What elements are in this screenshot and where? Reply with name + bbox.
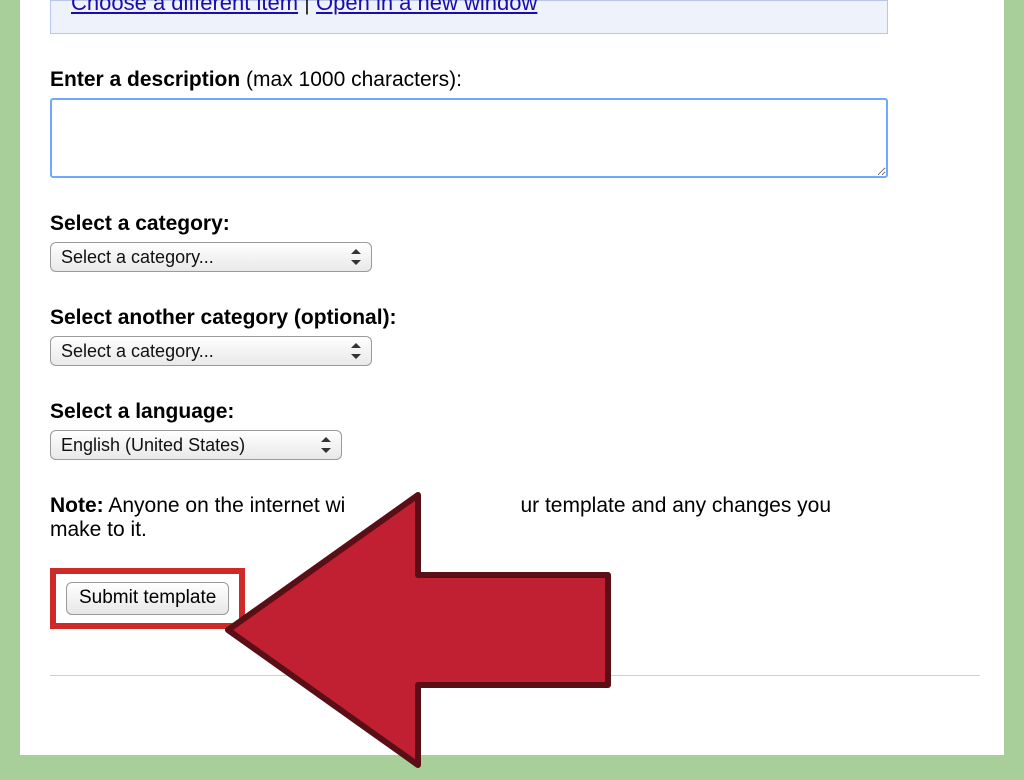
submit-highlight-box: Submit template: [50, 568, 245, 629]
language-select[interactable]: English (United States): [50, 430, 342, 460]
category2-select-value: Select a category...: [61, 341, 214, 362]
language-label: Select a language:: [50, 400, 888, 424]
language-field: Select a language: English (United State…: [50, 400, 888, 460]
category-field: Select a category: Select a category...: [50, 212, 888, 272]
notice-box: Choose a different item | Open in a new …: [50, 0, 888, 34]
chevron-updown-icon: [321, 437, 331, 453]
form-content: Choose a different item | Open in a new …: [20, 0, 1004, 676]
description-label-rest: (max 1000 characters):: [240, 68, 462, 91]
note-bold: Note:: [50, 494, 104, 517]
category2-label-text: Select another category (optional):: [50, 306, 397, 329]
submit-template-button[interactable]: Submit template: [66, 582, 229, 615]
description-input[interactable]: [50, 98, 888, 178]
category-select-value: Select a category...: [61, 247, 214, 268]
category-select[interactable]: Select a category...: [50, 242, 372, 272]
description-label-bold: Enter a description: [50, 68, 240, 91]
category-label: Select a category:: [50, 212, 888, 236]
category2-field: Select another category (optional): Sele…: [50, 306, 888, 366]
note-part1: Anyone on the internet wi: [104, 494, 346, 517]
link-separator: |: [298, 0, 316, 15]
category2-label: Select another category (optional):: [50, 306, 888, 330]
divider: [50, 675, 980, 676]
language-label-text: Select a language:: [50, 400, 234, 423]
category2-select[interactable]: Select a category...: [50, 336, 372, 366]
chevron-updown-icon: [351, 343, 361, 359]
description-label: Enter a description (max 1000 characters…: [50, 68, 888, 92]
open-new-window-link[interactable]: Open in a new window: [316, 0, 537, 15]
description-field: Enter a description (max 1000 characters…: [50, 68, 888, 178]
chevron-updown-icon: [351, 249, 361, 265]
choose-different-item-link[interactable]: Choose a different item: [71, 0, 298, 15]
note-text: Note: Anyone on the internet will be abl…: [50, 494, 860, 542]
language-select-value: English (United States): [61, 435, 245, 456]
page: Choose a different item | Open in a new …: [20, 0, 1004, 755]
category-label-text: Select a category:: [50, 212, 230, 235]
notice-links: Choose a different item | Open in a new …: [71, 0, 887, 15]
